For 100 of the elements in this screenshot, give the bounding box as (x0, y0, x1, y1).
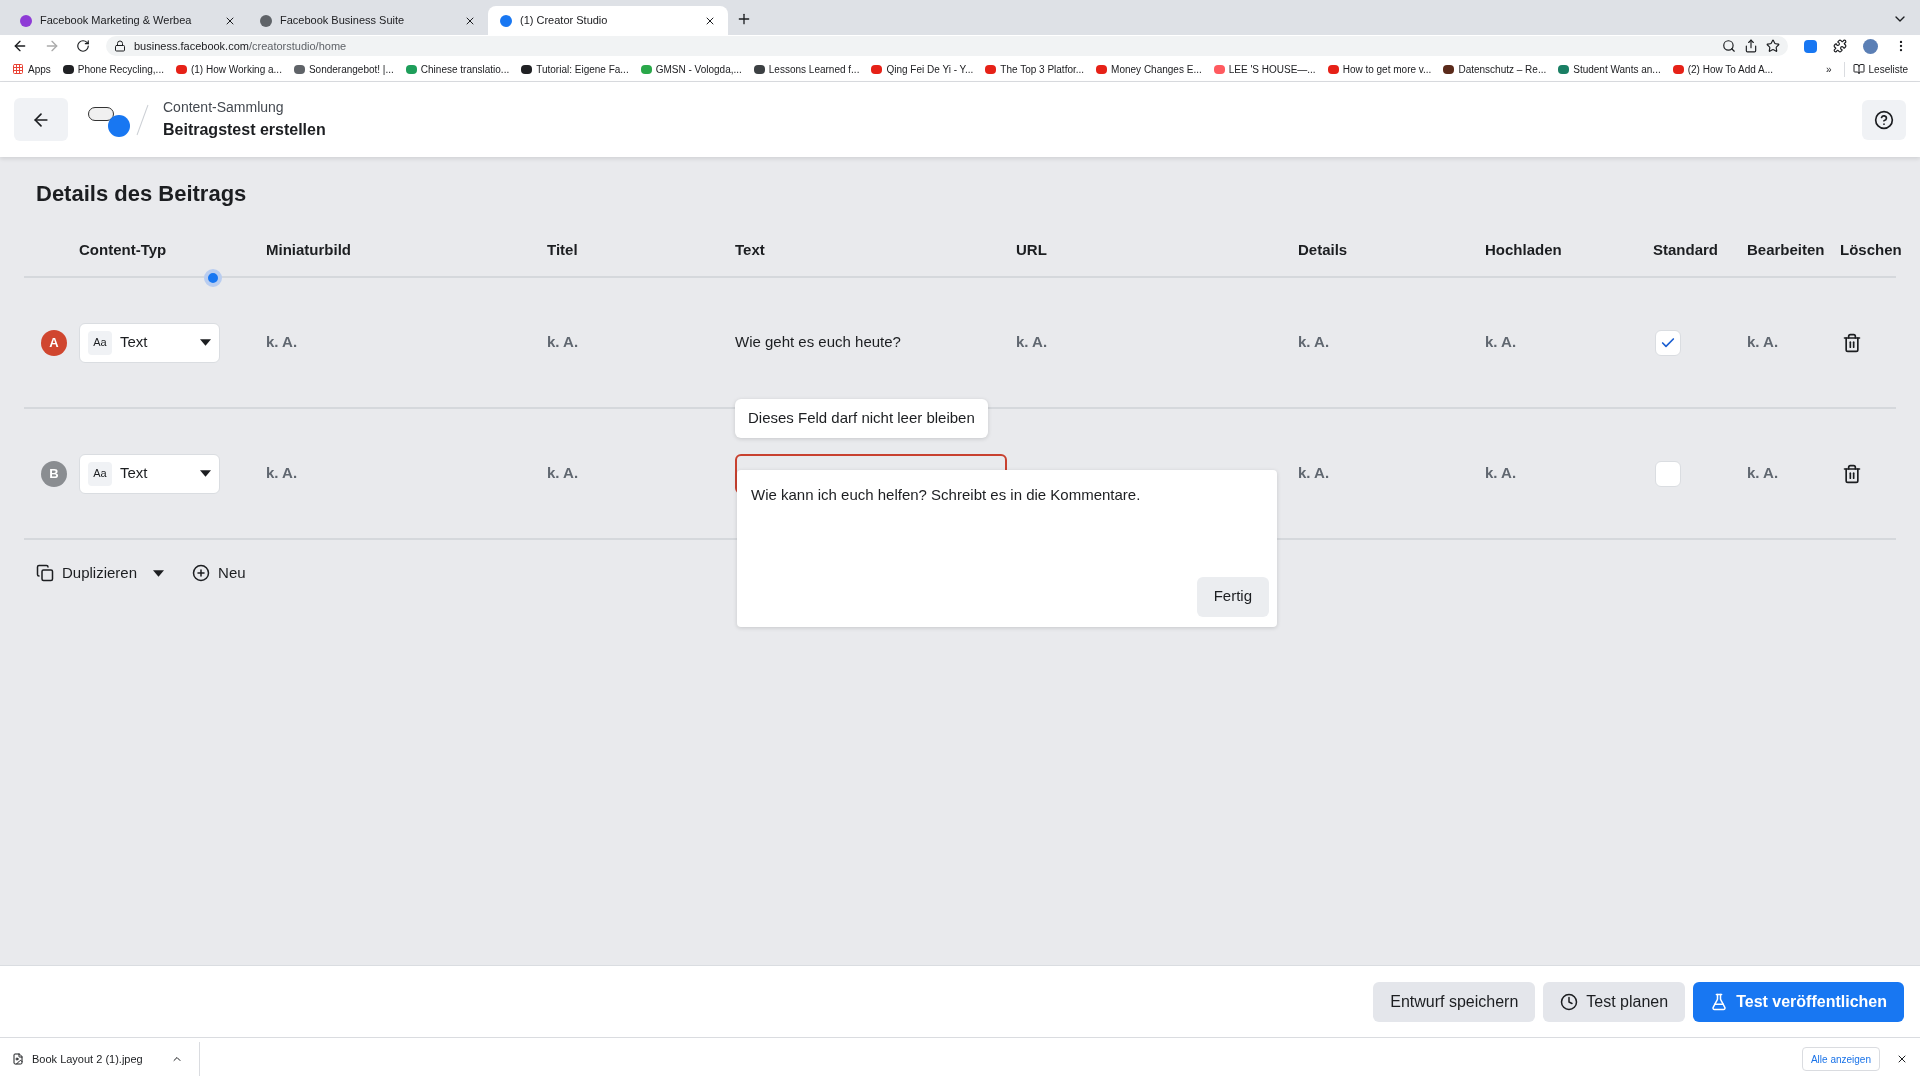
tab-title: (1) Creator Studio (520, 13, 609, 29)
bookmark[interactable]: (1) How Working a... (175, 61, 282, 77)
help-icon (1874, 109, 1894, 130)
content-type-dropdown[interactable]: Aa Text (79, 322, 220, 363)
table-cell-text: k. A. (1485, 332, 1517, 353)
page-title: Beitragstest erstellen (163, 120, 326, 140)
bookmark[interactable]: Qing Fei De Yi - Y... (871, 61, 974, 77)
bookmark[interactable]: Datenschutz – Re... (1443, 61, 1547, 77)
bookmark-label: Sonderangebot! |... (308, 62, 394, 77)
variant-badge: A (41, 329, 67, 356)
download-item[interactable]: Book Layout 2 (1).jpeg (12, 1042, 200, 1076)
type-icon: Aa (88, 330, 112, 355)
column-header: Löschen (1840, 239, 1902, 260)
done-button[interactable]: Fertig (1196, 576, 1269, 617)
breadcrumb[interactable]: Content-Sammlung (163, 97, 326, 118)
file-icon (12, 1053, 24, 1065)
bookmark-label: Money Changes E... (1111, 62, 1202, 77)
bookmark-label: Lessons Learned f... (768, 62, 860, 77)
bookmark-label: (2) How To Add A... (1687, 62, 1774, 77)
bookmark-label: Apps (28, 62, 51, 77)
bookmark[interactable]: How to get more v... (1327, 61, 1432, 77)
url-text: business.facebook.com/creatorstudio/home (134, 38, 347, 54)
footer-button[interactable]: Entwurf speichern (1373, 981, 1536, 1022)
table-cell-text: k. A. (266, 463, 298, 484)
bookmark-label: Phone Recycling,... (77, 62, 164, 77)
bookmark-label: How to get more v... (1342, 62, 1432, 77)
caret-icon (200, 470, 211, 477)
reading-list-icon (1852, 63, 1865, 75)
bookmark-label: The Top 3 Platfor... (1000, 62, 1085, 77)
reading-list-label: Leseliste (1868, 62, 1908, 77)
bookmark-label: LEE 'S HOUSE—... (1228, 62, 1316, 77)
bookmark[interactable]: Sonderangebot! |... (293, 61, 394, 77)
bookmark-label: Chinese translatio... (420, 62, 510, 77)
back-icon[interactable] (12, 38, 28, 54)
bookmark[interactable]: The Top 3 Platfor... (985, 61, 1085, 77)
copy-icon (36, 564, 54, 583)
extensions-icon[interactable] (1833, 39, 1847, 53)
caret-icon (200, 339, 211, 346)
back-button[interactable] (14, 98, 68, 141)
table-cell-text: k. A. (1747, 463, 1779, 484)
bookmark[interactable]: Tutorial: Eigene Fa... (521, 61, 629, 77)
share-icon[interactable] (1744, 39, 1758, 53)
address-bar[interactable]: business.facebook.com/creatorstudio/home (106, 36, 1788, 56)
standard-checkbox[interactable] (1655, 329, 1681, 356)
standard-checkbox[interactable] (1655, 460, 1681, 487)
table-cell-text: k. A. (266, 332, 298, 353)
star-icon[interactable] (1766, 39, 1780, 53)
bookmark[interactable]: Money Changes E... (1096, 61, 1202, 77)
column-header: Details (1298, 239, 1348, 260)
close-icon[interactable] (1896, 1053, 1908, 1065)
bookmark[interactable]: GMSN - Vologda,... (640, 61, 742, 77)
table-cell-text: k. A. (547, 463, 579, 484)
new-tab-icon[interactable] (736, 11, 752, 27)
dropdown-value: Text (120, 463, 149, 484)
show-all-button[interactable]: Alle anzeigen (1801, 1047, 1880, 1071)
apps-bookmark[interactable]: Apps (12, 61, 51, 77)
column-header: Content-Typ (79, 239, 167, 260)
help-button[interactable] (1862, 99, 1906, 140)
table-cell-text: k. A. (1485, 463, 1517, 484)
table-cell-text: Wie geht es euch heute? (735, 332, 901, 353)
lock-icon (114, 40, 126, 52)
apps-grid-icon (12, 63, 24, 75)
bookmarks-overflow[interactable]: » (1825, 61, 1832, 77)
reload-icon[interactable] (76, 39, 90, 53)
bookmark[interactable]: Phone Recycling,... (62, 61, 164, 77)
bookmark-label: Student Wants an... (1573, 62, 1661, 77)
footer-button[interactable]: Test planen (1543, 981, 1686, 1022)
tab-title: Facebook Business Suite (280, 13, 406, 29)
editor-text[interactable]: Wie kann ich euch helfen? Schreibt es in die Kommentare. (751, 483, 1263, 506)
reading-list-button[interactable]: Leseliste (1843, 61, 1908, 77)
profile-avatar[interactable] (1863, 38, 1878, 54)
bookmark-label: (1) How Working a... (190, 62, 282, 77)
column-header: Standard (1653, 239, 1718, 260)
bookmark[interactable]: Chinese translatio... (405, 61, 510, 77)
download-filename: Book Layout 2 (1).jpeg (32, 1051, 143, 1067)
tab-title: Facebook Marketing & Werbea (40, 13, 193, 29)
new-button[interactable]: Neu (192, 562, 246, 585)
bookmark[interactable]: Lessons Learned f... (753, 61, 860, 77)
duplicate-button[interactable]: Duplizieren (36, 562, 165, 585)
content-type-dropdown[interactable]: Aa Text (79, 453, 220, 494)
browser-tab[interactable]: Facebook Business Suite (248, 6, 488, 35)
delete-icon[interactable] (1842, 332, 1862, 353)
zoom-icon[interactable] (1722, 39, 1736, 53)
clock-icon (1560, 992, 1579, 1011)
bookmark[interactable]: (2) How To Add A... (1672, 61, 1774, 77)
column-header: Miniaturbild (266, 239, 351, 260)
footer-button[interactable]: Test veröffentlichen (1693, 981, 1904, 1022)
browser-tab[interactable]: Facebook Marketing & Werbea (8, 6, 248, 35)
delete-icon[interactable] (1842, 463, 1862, 484)
bookmark-label: Tutorial: Eigene Fa... (536, 62, 629, 77)
flask-icon (1710, 992, 1729, 1011)
bookmark[interactable]: LEE 'S HOUSE—... (1213, 61, 1316, 77)
browser-tab[interactable]: (1) Creator Studio (488, 6, 728, 35)
column-header: Bearbeiten (1747, 239, 1825, 260)
column-header: Hochladen (1485, 239, 1562, 260)
resize-handle[interactable] (204, 269, 222, 287)
bookmark[interactable]: Student Wants an... (1558, 61, 1661, 77)
caret-icon (153, 569, 165, 577)
table-cell-text: k. A. (1016, 332, 1048, 353)
column-header: Titel (547, 239, 578, 260)
